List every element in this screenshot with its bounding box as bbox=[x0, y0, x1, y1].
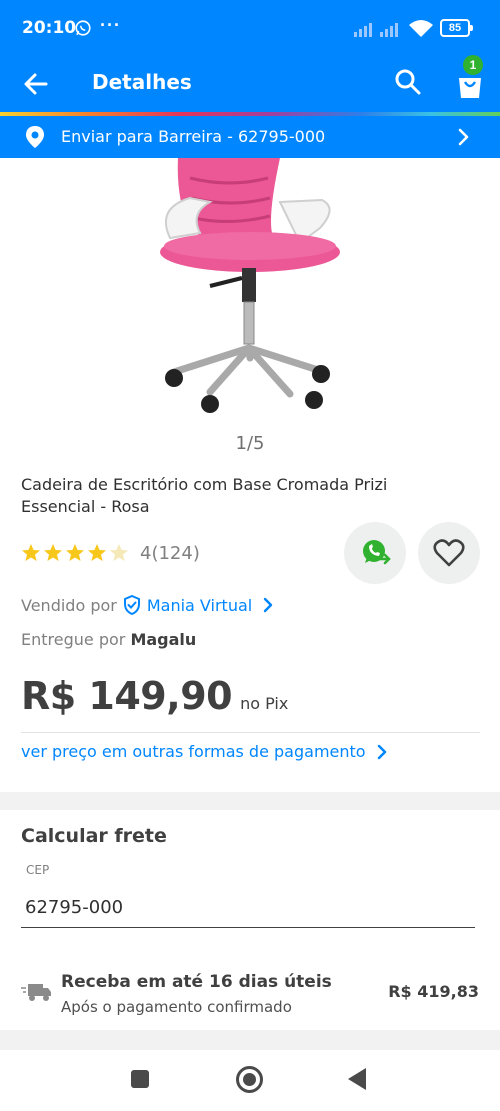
wifi-icon bbox=[409, 20, 433, 37]
shipping-option-cost: R$ 419,83 bbox=[388, 982, 479, 1001]
image-pager: 1/5 bbox=[235, 433, 265, 454]
delivered-by-name: Magalu bbox=[130, 630, 197, 649]
section-separator bbox=[0, 792, 500, 810]
battery-icon: 85 bbox=[440, 19, 473, 37]
star-empty-icon bbox=[110, 544, 128, 561]
home-icon[interactable] bbox=[236, 1066, 263, 1093]
delivery-location-text: Enviar para Barreira - 62795-000 bbox=[61, 127, 326, 146]
cart-count-badge: 1 bbox=[463, 55, 483, 75]
price-amount: R$ 149,90 bbox=[21, 674, 233, 718]
shipping-option-subtitle: Após o pagamento confirmado bbox=[61, 998, 292, 1016]
seller-prefix: Vendido por bbox=[21, 595, 117, 615]
chevron-right-icon bbox=[264, 597, 273, 613]
whatsapp-icon bbox=[363, 540, 391, 565]
rating-text: 4(124) bbox=[140, 542, 200, 564]
product-rating[interactable]: 4(124) bbox=[21, 540, 200, 566]
search-icon[interactable] bbox=[394, 68, 422, 96]
shipping-option-title: Receba em até 16 dias úteis bbox=[61, 972, 332, 992]
star-icon bbox=[22, 544, 40, 561]
shipping-section-title: Calcular frete bbox=[21, 825, 167, 847]
delivery-location-bar[interactable]: Enviar para Barreira - 62795-000 bbox=[0, 116, 500, 158]
location-pin-icon bbox=[26, 126, 44, 148]
section-separator bbox=[0, 1030, 500, 1050]
divider bbox=[21, 732, 480, 733]
system-navigation-bar bbox=[0, 1050, 500, 1111]
price-note: no Pix bbox=[240, 694, 289, 713]
seller-row[interactable]: Vendido por Mania Virtual bbox=[21, 595, 274, 615]
whatsapp-notification-icon bbox=[75, 20, 91, 36]
other-payment-text: ver preço em outras formas de pagamento bbox=[21, 742, 366, 761]
product-title: Cadeira de Escritório com Base Cromada P… bbox=[21, 475, 388, 516]
seller-name[interactable]: Mania Virtual bbox=[147, 596, 252, 615]
whatsapp-share-button[interactable] bbox=[344, 522, 406, 584]
star-icon bbox=[44, 544, 62, 561]
more-notifications-icon: ··· bbox=[100, 15, 121, 35]
back-arrow-icon[interactable] bbox=[22, 70, 50, 98]
page-title: Detalhes bbox=[92, 70, 192, 94]
heart-icon bbox=[433, 539, 465, 567]
delivered-prefix: Entregue por bbox=[21, 630, 126, 649]
chevron-right-icon bbox=[458, 128, 469, 146]
recent-apps-icon[interactable] bbox=[131, 1070, 149, 1088]
favorite-button[interactable] bbox=[418, 522, 480, 584]
star-icon bbox=[88, 544, 106, 561]
price-block: R$ 149,90 no Pix bbox=[21, 674, 288, 718]
product-image[interactable] bbox=[150, 158, 350, 420]
truck-icon bbox=[21, 984, 51, 1001]
signal-icon bbox=[354, 23, 398, 37]
verified-shield-icon bbox=[123, 595, 140, 615]
app-bar: Detalhes 1 bbox=[0, 55, 500, 112]
chevron-right-icon bbox=[377, 744, 386, 759]
status-bar: 20:10 ··· 85 bbox=[0, 0, 500, 58]
shipping-option[interactable]: Receba em até 16 dias úteis Após o pagam… bbox=[0, 960, 500, 1030]
delivered-by-row: Entregue por Magalu bbox=[21, 630, 196, 649]
status-time: 20:10 bbox=[22, 18, 77, 38]
cep-label: CEP bbox=[26, 863, 50, 877]
star-icon bbox=[66, 544, 84, 561]
back-triangle-icon[interactable] bbox=[348, 1068, 366, 1090]
other-payment-link[interactable]: ver preço em outras formas de pagamento bbox=[21, 742, 388, 761]
cep-input[interactable] bbox=[21, 888, 475, 928]
